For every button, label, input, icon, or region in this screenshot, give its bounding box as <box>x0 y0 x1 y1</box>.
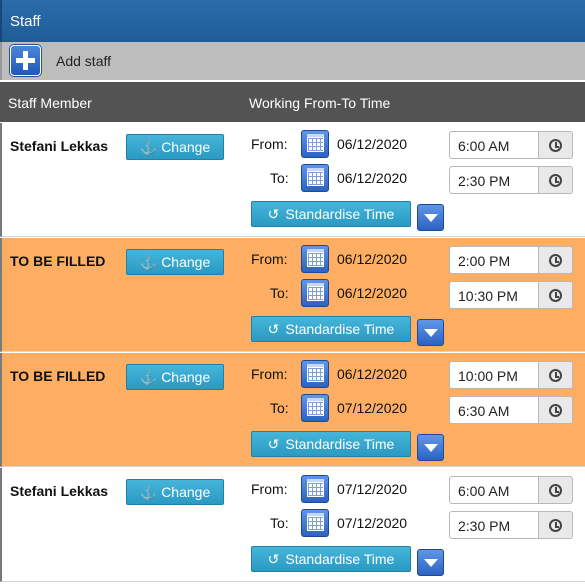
to-label: To: <box>270 285 289 301</box>
calendar-icon[interactable] <box>301 475 329 503</box>
to-date: 07/12/2020 <box>337 400 408 416</box>
chevron-down-icon[interactable] <box>417 549 444 576</box>
from-date: 06/12/2020 <box>337 136 408 152</box>
change-button[interactable]: ⚓ Change <box>126 479 224 505</box>
chevron-down-icon[interactable] <box>417 434 444 461</box>
standardise-label: Standardise Time <box>285 551 395 567</box>
to-time-input[interactable]: 6:30 AM <box>449 396 539 424</box>
from-label: From: <box>251 366 288 382</box>
to-label: To: <box>270 515 289 531</box>
column-header: Staff Member Working From-To Time <box>0 82 585 122</box>
standardise-time-button[interactable]: ↺ Standardise Time <box>251 201 411 227</box>
staff-name: TO BE FILLED <box>10 368 106 384</box>
calendar-icon[interactable] <box>301 394 329 422</box>
change-label: Change <box>161 484 211 500</box>
to-time-input[interactable]: 10:30 PM <box>449 281 539 309</box>
staff-row: Stefani Lekkas ⚓ Change From: To: 07/12/2… <box>0 468 585 582</box>
calendar-icon[interactable] <box>301 279 329 307</box>
from-time-input[interactable]: 6:00 AM <box>449 476 539 504</box>
to-date: 06/12/2020 <box>337 285 408 301</box>
add-staff-button[interactable]: Add staff <box>56 53 111 69</box>
standardise-label: Standardise Time <box>285 206 395 222</box>
change-label: Change <box>161 139 211 155</box>
add-staff-bar: Add staff <box>0 42 585 80</box>
standardise-label: Standardise Time <box>285 436 395 452</box>
clock-icon[interactable] <box>539 396 573 424</box>
from-label: From: <box>251 251 288 267</box>
clock-icon[interactable] <box>539 246 573 274</box>
clock-icon[interactable] <box>539 511 573 539</box>
standardise-time-button[interactable]: ↺ Standardise Time <box>251 316 411 342</box>
calendar-icon[interactable] <box>301 360 329 388</box>
anchor-icon: ⚓ <box>139 254 158 270</box>
standardise-time-button[interactable]: ↺ Standardise Time <box>251 431 411 457</box>
rotate-icon: ↺ <box>267 436 280 452</box>
plus-icon[interactable] <box>10 45 41 76</box>
anchor-icon: ⚓ <box>139 369 158 385</box>
change-button[interactable]: ⚓ Change <box>126 134 224 160</box>
panel-header: Staff <box>0 0 585 42</box>
panel-title: Staff <box>10 13 41 30</box>
staff-row: Stefani Lekkas ⚓ Change From: To: 06/12/2… <box>0 123 585 237</box>
rotate-icon: ↺ <box>267 321 280 337</box>
from-date: 06/12/2020 <box>337 251 408 267</box>
chevron-down-icon[interactable] <box>417 319 444 346</box>
column-staff-member: Staff Member <box>8 95 92 111</box>
calendar-icon[interactable] <box>301 509 329 537</box>
staff-name: Stefani Lekkas <box>10 138 109 154</box>
staff-name: TO BE FILLED <box>10 253 106 269</box>
calendar-icon[interactable] <box>301 130 329 158</box>
from-time-input[interactable]: 2:00 PM <box>449 246 539 274</box>
change-button[interactable]: ⚓ Change <box>126 364 224 390</box>
to-date: 06/12/2020 <box>337 170 408 186</box>
change-button[interactable]: ⚓ Change <box>126 249 224 275</box>
from-time-input[interactable]: 6:00 AM <box>449 131 539 159</box>
clock-icon[interactable] <box>539 281 573 309</box>
rotate-icon: ↺ <box>267 551 280 567</box>
standardise-time-button[interactable]: ↺ Standardise Time <box>251 546 411 572</box>
standardise-label: Standardise Time <box>285 321 395 337</box>
calendar-icon[interactable] <box>301 245 329 273</box>
staff-name: Stefani Lekkas <box>10 483 109 499</box>
clock-icon[interactable] <box>539 476 573 504</box>
to-time-input[interactable]: 2:30 PM <box>449 166 539 194</box>
staff-row: TO BE FILLED ⚓ Change From: To: 06/12/202… <box>0 238 585 352</box>
column-working-time: Working From-To Time <box>249 95 391 111</box>
clock-icon[interactable] <box>539 166 573 194</box>
change-label: Change <box>161 369 211 385</box>
from-label: From: <box>251 136 288 152</box>
to-date: 07/12/2020 <box>337 515 408 531</box>
to-time-input[interactable]: 2:30 PM <box>449 511 539 539</box>
anchor-icon: ⚓ <box>139 139 158 155</box>
clock-icon[interactable] <box>539 361 573 389</box>
anchor-icon: ⚓ <box>139 484 158 500</box>
rotate-icon: ↺ <box>267 206 280 222</box>
chevron-down-icon[interactable] <box>417 204 444 231</box>
from-date: 07/12/2020 <box>337 481 408 497</box>
to-label: To: <box>270 170 289 186</box>
staff-row: TO BE FILLED ⚓ Change From: To: 06/12/202… <box>0 353 585 467</box>
change-label: Change <box>161 254 211 270</box>
to-label: To: <box>270 400 289 416</box>
calendar-icon[interactable] <box>301 164 329 192</box>
from-time-input[interactable]: 10:00 PM <box>449 361 539 389</box>
clock-icon[interactable] <box>539 131 573 159</box>
from-date: 06/12/2020 <box>337 366 408 382</box>
from-label: From: <box>251 481 288 497</box>
